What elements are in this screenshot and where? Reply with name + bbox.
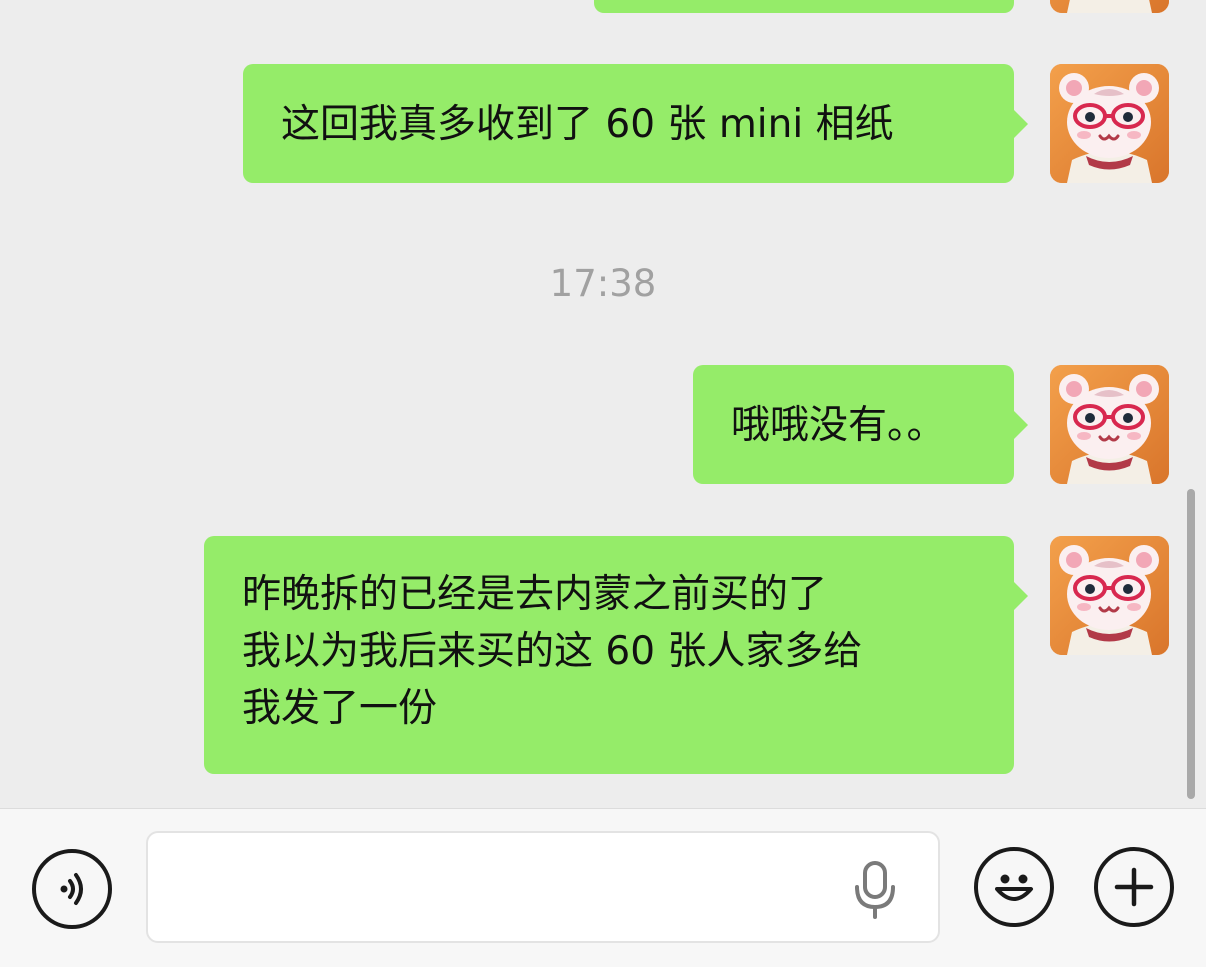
emoji-button[interactable] bbox=[974, 847, 1054, 927]
avatar-image bbox=[1050, 0, 1169, 13]
message-input[interactable] bbox=[146, 831, 940, 943]
avatar-image bbox=[1050, 536, 1169, 655]
voice-toggle-icon bbox=[60, 873, 83, 905]
message-bubble[interactable]: 昨晚拆的已经是去内蒙之前买的了 我以为我后来买的这 60 张人家多给 我发了一份 bbox=[204, 536, 1028, 774]
avatar[interactable] bbox=[1050, 365, 1169, 484]
avatar[interactable] bbox=[1050, 536, 1169, 655]
avatar[interactable] bbox=[1050, 0, 1169, 13]
message-timestamp: 17:38 bbox=[549, 262, 657, 305]
scrollbar[interactable] bbox=[1187, 489, 1195, 799]
avatar-image bbox=[1050, 64, 1169, 183]
chat-area[interactable]: 这回我真多收到了 60 张 mini 相纸 17:38 哦哦没有。。 昨晚拆的已… bbox=[0, 0, 1206, 808]
avatar-image bbox=[1050, 365, 1169, 484]
input-bar bbox=[0, 808, 1206, 967]
plus-button[interactable] bbox=[1094, 847, 1174, 927]
emoji-icon bbox=[995, 874, 1033, 901]
plus-icon bbox=[1114, 867, 1154, 907]
message-bubble[interactable]: 哦哦没有。。 bbox=[693, 365, 1028, 484]
previous-message-bubble[interactable] bbox=[594, 0, 1014, 13]
voice-toggle-button[interactable] bbox=[32, 849, 112, 929]
message-bubble[interactable]: 这回我真多收到了 60 张 mini 相纸 bbox=[243, 64, 1028, 183]
avatar[interactable] bbox=[1050, 64, 1169, 183]
microphone-icon[interactable] bbox=[852, 861, 898, 919]
